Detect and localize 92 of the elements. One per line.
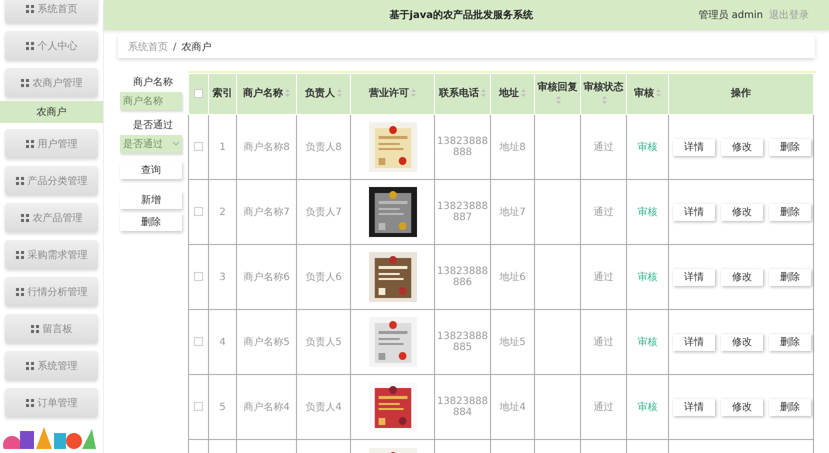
table-cell: 5 xyxy=(219,402,226,412)
breadcrumb-link[interactable]: 农商户 xyxy=(181,40,212,54)
table-cell: 商户名称5 xyxy=(243,337,290,348)
sort-icon[interactable] xyxy=(556,96,561,104)
row-action-button[interactable]: 详情 xyxy=(673,334,715,350)
row-action-button[interactable]: 修改 xyxy=(721,334,763,350)
sort-icon[interactable] xyxy=(602,96,607,104)
menu-item-icon xyxy=(20,78,28,86)
row-checkbox[interactable] xyxy=(194,142,203,152)
column-header[interactable]: 负责人 xyxy=(296,74,350,114)
menu-item-icon xyxy=(16,288,24,296)
column-header[interactable]: 审核回复 xyxy=(534,74,580,114)
table-cell: 13823888888 xyxy=(436,136,488,158)
table-cell: 商户名称8 xyxy=(243,142,290,153)
table-cell: 负责人5 xyxy=(305,337,342,348)
table-cell: 地址6 xyxy=(499,272,526,283)
field-label: 商户名称 xyxy=(132,76,174,89)
column-header[interactable]: 营业许可 xyxy=(350,74,434,114)
row-action-button[interactable]: 修改 xyxy=(721,268,763,286)
table-cell: 负责人6 xyxy=(305,272,342,283)
column-header[interactable]: 商户名称 xyxy=(236,74,296,114)
table-cell: 13823888887 xyxy=(436,201,488,223)
row-action-button[interactable]: 删除 xyxy=(769,398,811,416)
menu-item-icon xyxy=(26,42,34,50)
table-cell: 商户名称4 xyxy=(243,402,290,413)
action-button[interactable]: 删除 xyxy=(120,213,182,231)
column-header[interactable]: 索引 xyxy=(208,74,236,114)
menu-item-icon xyxy=(16,250,24,258)
table-cell: 地址5 xyxy=(499,337,526,348)
sort-icon[interactable] xyxy=(521,89,526,98)
sort-icon[interactable] xyxy=(411,89,416,98)
action-button[interactable]: 新增 xyxy=(120,191,182,209)
menu-item-icon xyxy=(16,176,24,184)
menu-item-icon xyxy=(26,4,34,12)
row-action-button[interactable]: 详情 xyxy=(673,138,715,156)
table-cell: 通过 xyxy=(594,142,614,153)
table-cell: 13823888885 xyxy=(436,331,488,353)
table-cell: 2 xyxy=(219,206,226,218)
table-cell: 3 xyxy=(219,272,226,282)
menu-item-icon xyxy=(30,324,38,332)
table-cell: 通过 xyxy=(594,207,614,218)
table-cell: 地址7 xyxy=(499,207,526,218)
table-cell: 地址4 xyxy=(499,402,526,413)
row-checkbox[interactable] xyxy=(194,337,203,346)
table-cell: 负责人7 xyxy=(305,207,342,218)
action-button[interactable]: 查询 xyxy=(120,161,182,179)
sort-icon[interactable] xyxy=(656,89,661,98)
row-action-button[interactable]: 详情 xyxy=(673,268,715,286)
app-title: 基于java的农产品批发服务系统 xyxy=(388,8,534,22)
table-cell: 4 xyxy=(219,336,226,348)
row-checkbox[interactable] xyxy=(194,207,203,216)
table-cell: 通过 xyxy=(594,337,614,348)
sort-icon[interactable] xyxy=(481,89,486,98)
menu-item-icon xyxy=(26,398,34,406)
row-action-button[interactable]: 修改 xyxy=(721,398,763,416)
field-label: 是否通过 xyxy=(132,118,174,132)
menu-item-icon xyxy=(26,140,34,148)
column-header[interactable]: 地址 xyxy=(490,74,534,114)
row-action-button[interactable]: 删除 xyxy=(769,204,811,220)
sort-icon[interactable] xyxy=(337,89,342,98)
sidebar-subitem[interactable]: 农商户 xyxy=(0,101,103,123)
table-cell: 商户名称7 xyxy=(243,207,290,218)
sort-icon[interactable] xyxy=(285,89,290,98)
menu-item-icon xyxy=(26,362,34,370)
user-label: 管理员 admin xyxy=(698,9,763,22)
menu-item-icon xyxy=(20,214,28,222)
table-cell: 商户名称6 xyxy=(243,272,290,283)
table-cell: 负责人4 xyxy=(305,402,342,413)
row-checkbox[interactable] xyxy=(194,272,203,282)
column-header[interactable]: 联系电话 xyxy=(434,74,490,114)
table-cell: 地址8 xyxy=(499,142,526,153)
table-cell: 通过 xyxy=(594,272,614,283)
row-action-button[interactable]: 删除 xyxy=(769,268,811,286)
row-action-button[interactable]: 删除 xyxy=(769,334,811,350)
row-action-button[interactable]: 修改 xyxy=(721,204,763,220)
row-action-button[interactable]: 详情 xyxy=(673,204,715,220)
row-action-button[interactable]: 删除 xyxy=(769,138,811,156)
caret-icon xyxy=(173,142,179,146)
row-checkbox[interactable] xyxy=(194,402,203,412)
select-all-checkbox[interactable] xyxy=(194,89,203,98)
table-cell: 负责人8 xyxy=(305,142,342,153)
breadcrumb-separator: / xyxy=(173,42,176,52)
row-action-button[interactable]: 详情 xyxy=(673,398,715,416)
column-header[interactable]: 审核状态 xyxy=(580,74,626,114)
table-cell: 1 xyxy=(219,142,226,152)
table-cell: 13823888884 xyxy=(436,396,488,418)
table-cell: 13823888886 xyxy=(436,266,488,288)
column-header[interactable]: 审核 xyxy=(626,74,668,114)
input-field[interactable]: 商户名称 xyxy=(120,92,182,110)
table-cell: 通过 xyxy=(594,402,614,413)
column-header[interactable]: 操作 xyxy=(668,74,814,114)
row-action-button[interactable]: 修改 xyxy=(721,138,763,156)
